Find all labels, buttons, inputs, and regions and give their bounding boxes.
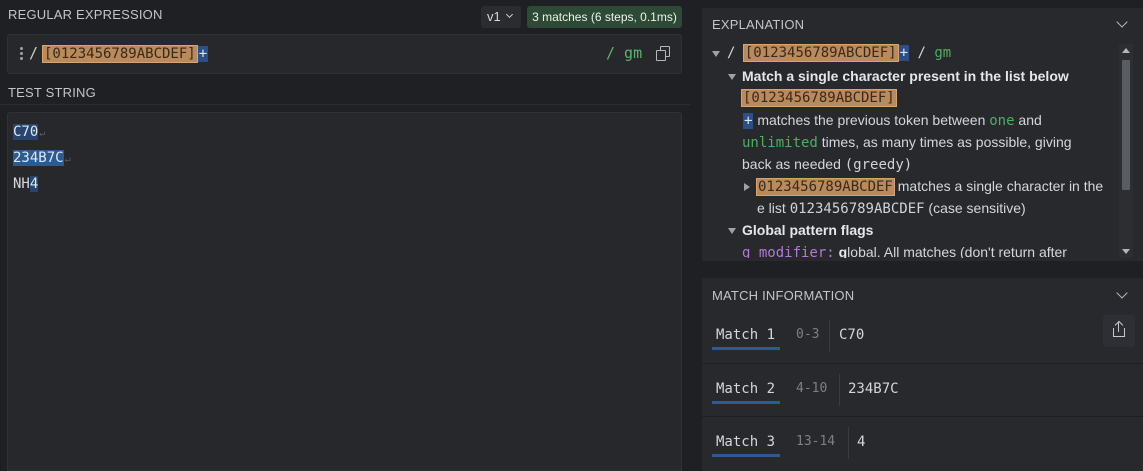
match-value: 4 [857, 434, 866, 450]
explanation-tree: / [0123456789ABCDEF] + / gm Match a singl… [702, 42, 1134, 258]
copy-icon[interactable] [656, 46, 672, 62]
scrollbar-thumb[interactable] [1122, 60, 1130, 190]
flavor-select[interactable]: v1 [481, 6, 521, 28]
regex-editor-pane: REGULAR EXPRESSION v1 3 matches (6 steps… [0, 0, 690, 471]
test-string-title: TEST STRING [8, 85, 96, 100]
test-line-2: 234B7C↵ [13, 146, 71, 172]
regex-flags[interactable]: / gm [606, 44, 642, 62]
test-line-1: C70↵ [13, 120, 71, 146]
regex-open-delimiter: / [29, 44, 39, 62]
regex-section-title: REGULAR EXPRESSION [8, 7, 163, 22]
match-value: C70 [839, 327, 865, 343]
explanation-scrollbar[interactable] [1119, 44, 1133, 258]
match-range: 13-14 [796, 434, 836, 449]
delimiter-menu-icon[interactable] [20, 47, 24, 61]
expand-triangle-icon[interactable] [744, 183, 750, 191]
expand-triangle-icon[interactable] [728, 74, 736, 80]
match-row[interactable]: Match 3 13-14 4 [702, 416, 1143, 469]
scroll-up-icon[interactable] [1122, 48, 1130, 53]
char-class-token: [0123456789ABCDEF] [742, 44, 899, 62]
node-char-class-heading: Match a single character present in the … [742, 68, 1069, 84]
info-pane: EXPLANATION / [0123456789ABCDEF] + / gm M… [702, 8, 1143, 471]
test-line-3: NH4 [13, 172, 71, 197]
newline-icon: ↵ [39, 128, 46, 139]
expand-triangle-icon[interactable] [728, 228, 736, 234]
match-label: Match 3 [716, 434, 776, 450]
section-divider [0, 104, 690, 105]
tree-root: / [0123456789ABCDEF] + / gm [727, 44, 952, 62]
match-label: Match 2 [716, 381, 776, 397]
explanation-title: EXPLANATION [712, 17, 805, 32]
node-flags-heading: Global pattern flags [742, 222, 874, 238]
match-range: 4-10 [796, 381, 828, 396]
test-string-input[interactable]: C70↵ 234B7C↵ NH4 [7, 112, 682, 471]
match-color-bar [712, 401, 780, 404]
match-highlight-2: 234B7C [13, 150, 64, 166]
regex-pattern[interactable]: [0123456789ABCDEF] + [42, 44, 209, 64]
match-information-title: MATCH INFORMATION [712, 288, 855, 303]
quantifier-token: + [898, 45, 910, 61]
regex-char-class: [0123456789ABCDEF] [42, 45, 198, 63]
explanation-panel: EXPLANATION / [0123456789ABCDEF] + / gm M… [702, 8, 1143, 261]
match-range: 0-3 [796, 327, 820, 342]
flavor-label: v1 [487, 9, 501, 24]
scroll-down-icon[interactable] [1122, 249, 1130, 254]
match-color-bar [712, 347, 780, 350]
match-color-bar [712, 454, 780, 457]
match-highlight-1: C70 [13, 124, 39, 140]
flags-token: gm [934, 45, 952, 61]
regex-quantifier: + [197, 46, 209, 62]
test-string-lines: C70↵ 234B7C↵ NH4 [13, 120, 71, 197]
collapse-chevron-icon[interactable] [1116, 287, 1128, 299]
match-row[interactable]: Match 1 0-3 C70 [702, 310, 1143, 363]
regex-input[interactable]: / [0123456789ABCDEF] + / gm [7, 34, 682, 74]
match-label: Match 1 [716, 327, 776, 343]
match-status-badge: 3 matches (6 steps, 0.1ms) [527, 6, 682, 28]
match-highlight-3: 4 [29, 176, 39, 192]
newline-icon: ↵ [64, 154, 71, 165]
range-token: 0123456789ABCDEF [756, 178, 895, 196]
match-row[interactable]: Match 2 4-10 234B7C [702, 363, 1143, 416]
match-information-panel: MATCH INFORMATION Match 1 0-3 C70 Match … [702, 278, 1143, 471]
char-class-token: [0123456789ABCDEF] [741, 89, 897, 107]
expand-triangle-icon[interactable] [712, 51, 720, 57]
unmatched-text: NH [13, 176, 30, 192]
quantifier-token: + [743, 113, 754, 129]
match-value: 234B7C [848, 381, 899, 397]
collapse-chevron-icon[interactable] [1116, 16, 1128, 28]
chevron-down-icon [505, 10, 514, 19]
